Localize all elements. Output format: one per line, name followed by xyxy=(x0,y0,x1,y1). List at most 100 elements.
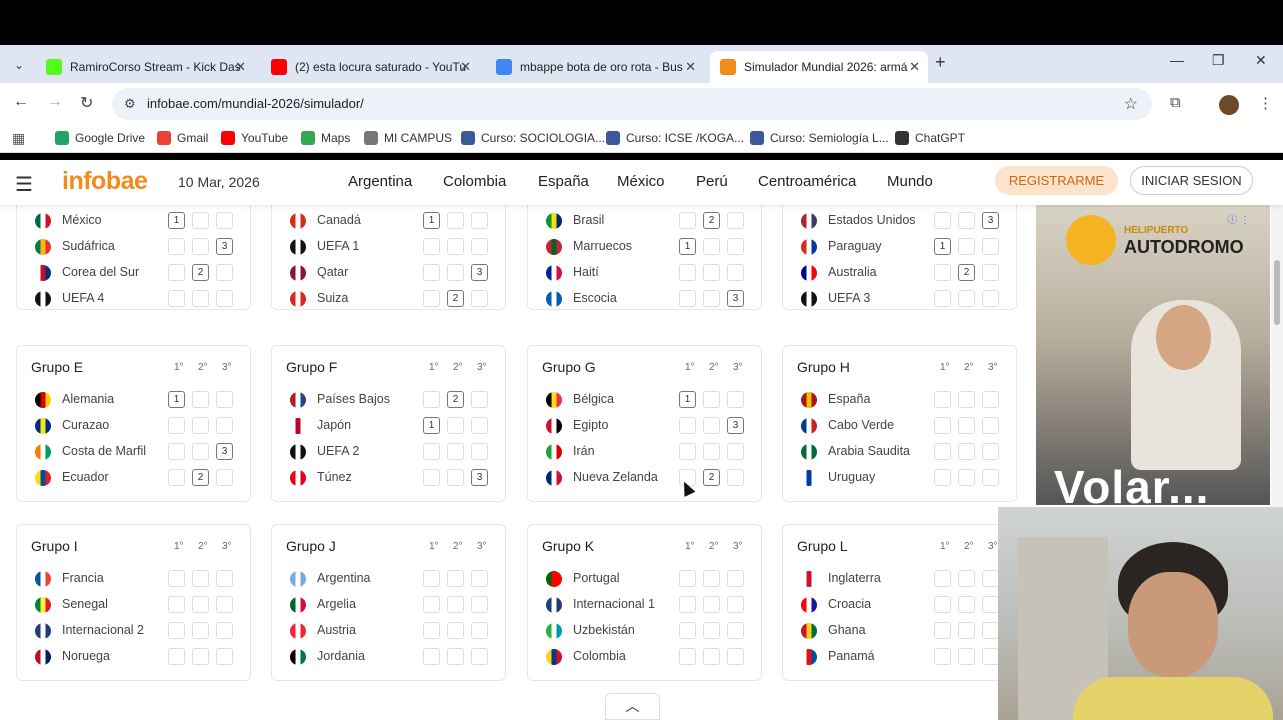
position-checkbox[interactable] xyxy=(423,596,440,613)
position-checkbox[interactable] xyxy=(471,290,488,307)
position-checkbox[interactable]: 2 xyxy=(703,212,720,229)
position-checkbox[interactable] xyxy=(216,391,233,408)
position-checkbox[interactable] xyxy=(934,570,951,587)
bookmark-item[interactable]: Google Drive xyxy=(55,131,145,145)
position-checkbox[interactable]: 1 xyxy=(168,391,185,408)
ad-info-icon[interactable]: ⓘ ⋮ xyxy=(1227,211,1250,226)
position-checkbox[interactable] xyxy=(982,290,999,307)
position-checkbox[interactable] xyxy=(423,469,440,486)
tab-search-icon[interactable]: ⌄ xyxy=(8,54,30,76)
position-checkbox[interactable] xyxy=(216,622,233,639)
position-checkbox[interactable] xyxy=(471,391,488,408)
extensions-icon[interactable]: ⧉ xyxy=(1170,94,1181,111)
position-checkbox[interactable]: 1 xyxy=(679,238,696,255)
position-checkbox[interactable] xyxy=(958,391,975,408)
nav-link[interactable]: Perú xyxy=(696,173,728,190)
position-checkbox[interactable]: 3 xyxy=(471,264,488,281)
position-checkbox[interactable] xyxy=(727,622,744,639)
position-checkbox[interactable] xyxy=(703,443,720,460)
position-checkbox[interactable] xyxy=(934,648,951,665)
position-checkbox[interactable] xyxy=(447,622,464,639)
position-checkbox[interactable] xyxy=(703,290,720,307)
advertisement[interactable]: HELIPUERTO AUTODROMO ⓘ ⋮ Volar... xyxy=(1036,205,1270,505)
position-checkbox[interactable] xyxy=(216,570,233,587)
infobae-logo[interactable]: infobae xyxy=(62,167,148,196)
hamburger-menu-icon[interactable]: ☰ xyxy=(15,172,33,197)
position-checkbox[interactable]: 3 xyxy=(982,212,999,229)
position-checkbox[interactable]: 3 xyxy=(727,417,744,434)
position-checkbox[interactable] xyxy=(168,290,185,307)
nav-link[interactable]: México xyxy=(617,173,665,190)
position-checkbox[interactable] xyxy=(727,391,744,408)
position-checkbox[interactable] xyxy=(958,469,975,486)
position-checkbox[interactable] xyxy=(727,596,744,613)
position-checkbox[interactable] xyxy=(168,570,185,587)
nav-link[interactable]: Mundo xyxy=(887,173,933,190)
position-checkbox[interactable] xyxy=(192,443,209,460)
position-checkbox[interactable] xyxy=(958,443,975,460)
position-checkbox[interactable] xyxy=(471,212,488,229)
position-checkbox[interactable] xyxy=(192,238,209,255)
position-checkbox[interactable] xyxy=(423,570,440,587)
position-checkbox[interactable] xyxy=(703,391,720,408)
position-checkbox[interactable]: 2 xyxy=(447,391,464,408)
position-checkbox[interactable] xyxy=(982,264,999,281)
position-checkbox[interactable] xyxy=(727,648,744,665)
minimize-icon[interactable]: — xyxy=(1170,52,1184,68)
position-checkbox[interactable] xyxy=(216,417,233,434)
position-checkbox[interactable]: 1 xyxy=(423,417,440,434)
position-checkbox[interactable] xyxy=(216,212,233,229)
position-checkbox[interactable] xyxy=(168,264,185,281)
url-bar[interactable]: ⚙ infobae.com/mundial-2026/simulador/ ☆ xyxy=(112,88,1152,120)
position-checkbox[interactable] xyxy=(168,443,185,460)
position-checkbox[interactable]: 3 xyxy=(216,238,233,255)
position-checkbox[interactable] xyxy=(168,417,185,434)
position-checkbox[interactable] xyxy=(679,264,696,281)
position-checkbox[interactable] xyxy=(423,622,440,639)
position-checkbox[interactable] xyxy=(679,622,696,639)
position-checkbox[interactable] xyxy=(192,391,209,408)
site-info-icon[interactable]: ⚙ xyxy=(124,96,136,112)
position-checkbox[interactable] xyxy=(216,290,233,307)
position-checkbox[interactable] xyxy=(447,648,464,665)
url-text[interactable]: infobae.com/mundial-2026/simulador/ xyxy=(147,96,364,111)
position-checkbox[interactable] xyxy=(447,212,464,229)
position-checkbox[interactable] xyxy=(982,596,999,613)
position-checkbox[interactable] xyxy=(982,391,999,408)
position-checkbox[interactable] xyxy=(934,417,951,434)
position-checkbox[interactable] xyxy=(934,469,951,486)
position-checkbox[interactable] xyxy=(447,238,464,255)
position-checkbox[interactable] xyxy=(168,469,185,486)
browser-menu-icon[interactable]: ⋮ xyxy=(1258,94,1273,112)
position-checkbox[interactable] xyxy=(958,417,975,434)
position-checkbox[interactable] xyxy=(958,622,975,639)
browser-tab[interactable]: Simulador Mundial 2026: armá ✕ xyxy=(710,51,928,83)
position-checkbox[interactable] xyxy=(958,212,975,229)
position-checkbox[interactable] xyxy=(192,570,209,587)
position-checkbox[interactable] xyxy=(934,596,951,613)
position-checkbox[interactable] xyxy=(982,570,999,587)
position-checkbox[interactable] xyxy=(168,622,185,639)
position-checkbox[interactable] xyxy=(727,238,744,255)
bookmark-item[interactable]: MI CAMPUS xyxy=(364,131,452,145)
position-checkbox[interactable]: 3 xyxy=(727,290,744,307)
position-checkbox[interactable] xyxy=(703,570,720,587)
position-checkbox[interactable] xyxy=(192,417,209,434)
bookmark-star-icon[interactable]: ☆ xyxy=(1124,94,1138,114)
position-checkbox[interactable] xyxy=(471,238,488,255)
browser-tab[interactable]: (2) esta locura saturado - YouTu ✕ xyxy=(261,51,479,83)
position-checkbox[interactable] xyxy=(447,469,464,486)
nav-link[interactable]: Colombia xyxy=(443,173,506,190)
position-checkbox[interactable] xyxy=(423,290,440,307)
position-checkbox[interactable] xyxy=(703,417,720,434)
position-checkbox[interactable]: 2 xyxy=(192,469,209,486)
position-checkbox[interactable] xyxy=(958,648,975,665)
position-checkbox[interactable] xyxy=(982,648,999,665)
position-checkbox[interactable] xyxy=(982,238,999,255)
position-checkbox[interactable] xyxy=(192,596,209,613)
profile-avatar[interactable] xyxy=(1219,95,1239,115)
bookmark-item[interactable]: Maps xyxy=(301,131,350,145)
position-checkbox[interactable] xyxy=(192,648,209,665)
back-icon[interactable]: ← xyxy=(13,93,29,111)
position-checkbox[interactable] xyxy=(934,391,951,408)
